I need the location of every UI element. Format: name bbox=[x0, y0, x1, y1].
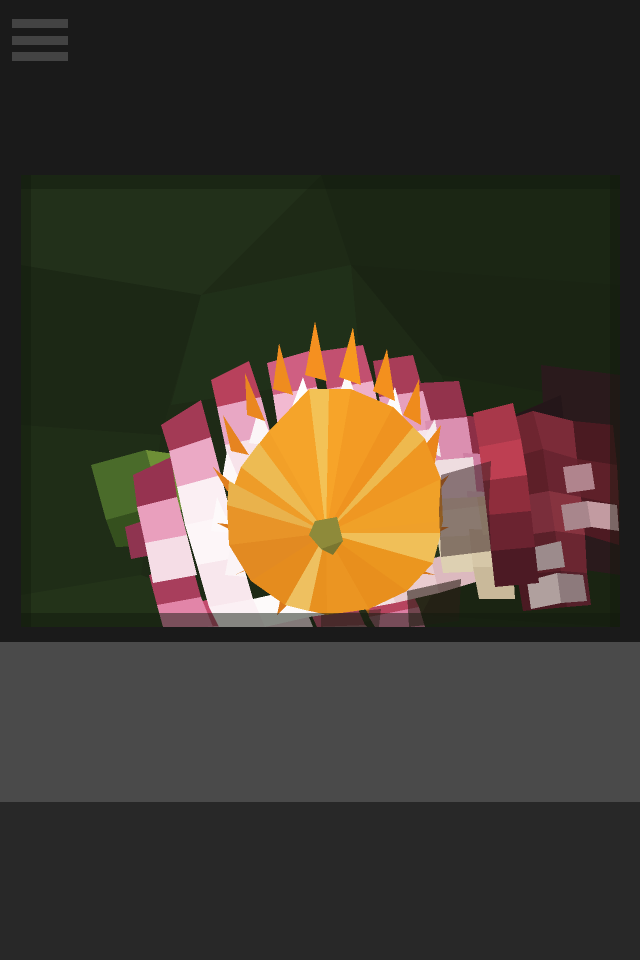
editor-tool-strip: CROP FRAME SHIFT POLYGON bbox=[0, 642, 640, 802]
low-poly-flower-image bbox=[21, 175, 620, 627]
hamburger-bar-3 bbox=[12, 52, 68, 61]
hamburger-bar-2 bbox=[12, 35, 68, 45]
photo-canvas[interactable] bbox=[21, 175, 620, 627]
top-bar bbox=[0, 0, 640, 175]
hamburger-menu-icon[interactable] bbox=[12, 19, 68, 61]
app-root: CROP FRAME SHIFT POLYGON CAMERA PRESETS … bbox=[0, 0, 640, 960]
hamburger-bar-1 bbox=[12, 19, 68, 28]
editor-action-strip: CAMERA PRESETS EFFECT SAVE bbox=[0, 802, 640, 960]
